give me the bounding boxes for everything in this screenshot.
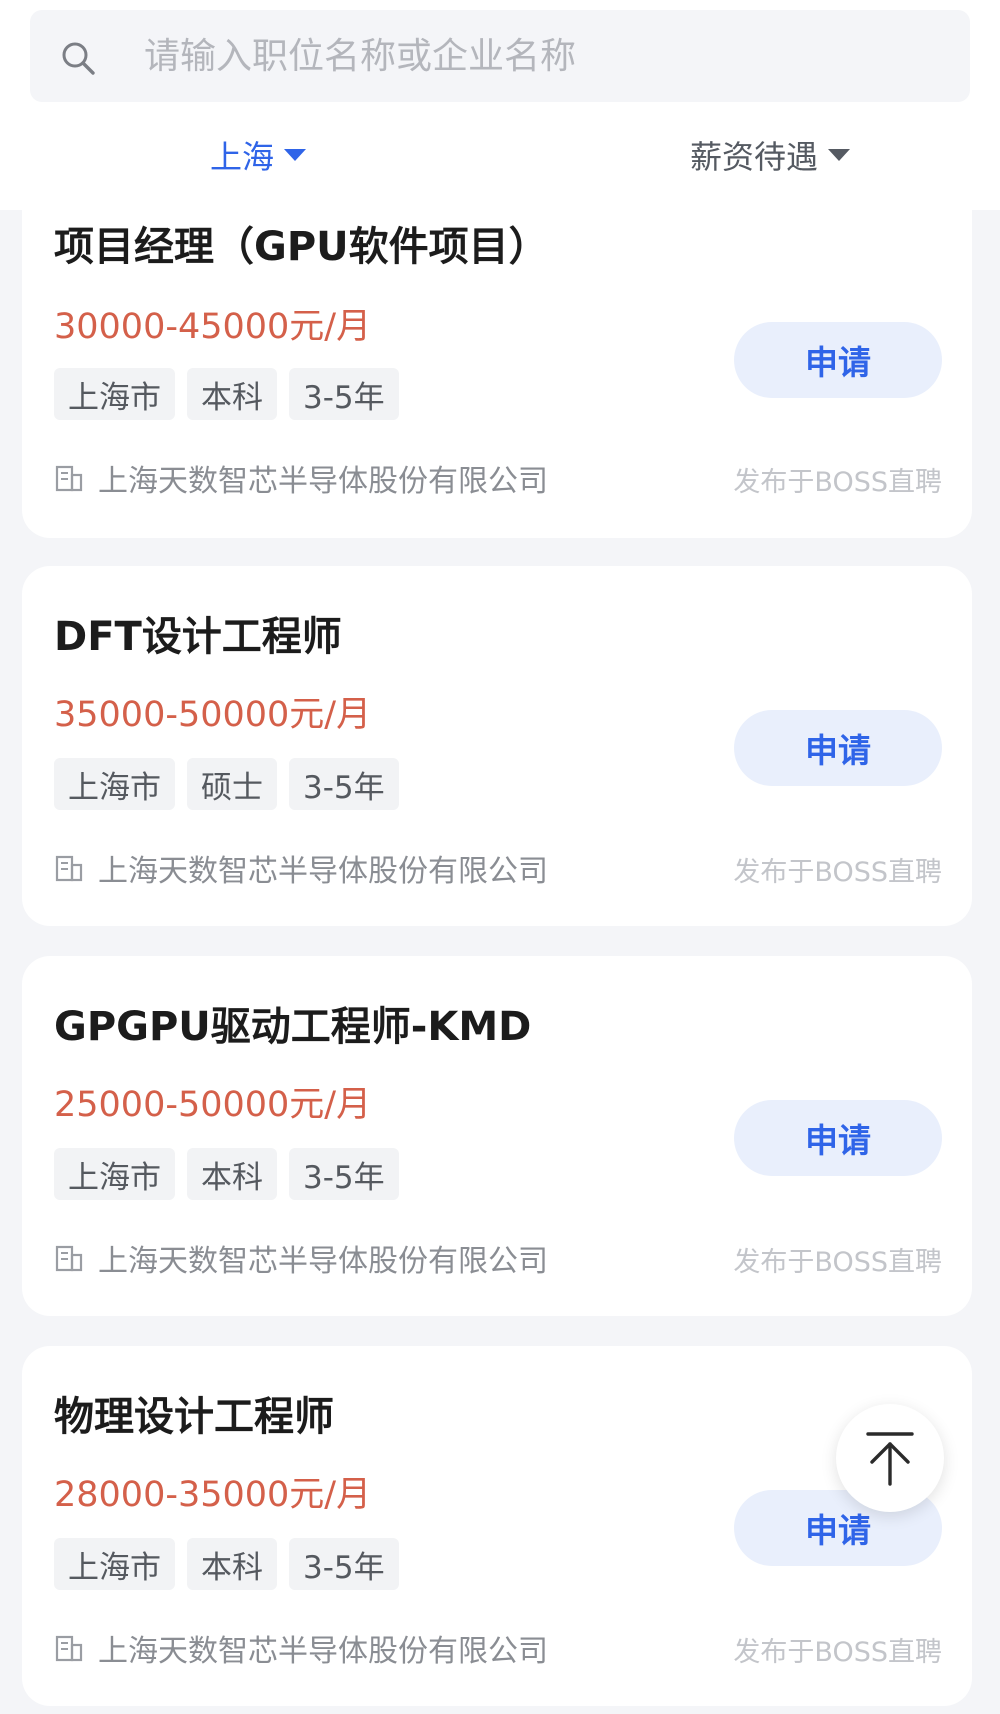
job-source: 发布于BOSS直聘 <box>733 857 942 888</box>
company-row: 上海天数智芯半导体股份有限公司 <box>54 846 548 890</box>
caret-down-icon <box>284 149 307 161</box>
company-row: 上海天数智芯半导体股份有限公司 <box>54 456 548 500</box>
tag-location: 上海市 <box>54 758 175 810</box>
tag-education: 本科 <box>187 1538 277 1590</box>
salary-filter-label: 薪资待遇 <box>690 138 819 176</box>
job-card[interactable]: 物理设计工程师 28000-35000元/月 上海市 本科 3-5年 上海天数智… <box>22 1346 972 1706</box>
caret-down-icon <box>828 149 851 161</box>
job-title: DFT设计工程师 <box>54 614 342 660</box>
job-source: 发布于BOSS直聘 <box>733 467 942 498</box>
search-header: 上海 薪资待遇 <box>0 0 1000 210</box>
job-title: 物理设计工程师 <box>54 1394 334 1440</box>
building-icon <box>55 1635 83 1662</box>
tag-experience: 3-5年 <box>289 368 399 420</box>
tag-education: 本科 <box>187 368 277 420</box>
company-name: 上海天数智芯半导体股份有限公司 <box>98 854 548 889</box>
city-filter-label: 上海 <box>210 138 275 176</box>
building-icon <box>55 855 83 882</box>
job-card[interactable]: GPGPU驱动工程师-KMD 25000-50000元/月 上海市 本科 3-5… <box>22 956 972 1316</box>
tag-education: 硕士 <box>187 758 277 810</box>
job-card[interactable]: DFT设计工程师 35000-50000元/月 上海市 硕士 3-5年 上海天数… <box>22 566 972 926</box>
job-source: 发布于BOSS直聘 <box>733 1637 942 1668</box>
company-name: 上海天数智芯半导体股份有限公司 <box>98 1244 548 1279</box>
job-salary: 30000-45000元/月 <box>54 307 372 347</box>
company-name: 上海天数智芯半导体股份有限公司 <box>98 1634 548 1669</box>
apply-button[interactable]: 申请 <box>734 1100 942 1176</box>
tag-experience: 3-5年 <box>289 758 399 810</box>
tag-location: 上海市 <box>54 368 175 420</box>
city-filter[interactable]: 上海 <box>210 130 307 180</box>
company-row: 上海天数智芯半导体股份有限公司 <box>54 1626 548 1670</box>
company-row: 上海天数智芯半导体股份有限公司 <box>54 1236 548 1280</box>
job-tags: 上海市 硕士 3-5年 <box>54 758 399 810</box>
job-title: GPGPU驱动工程师-KMD <box>54 1004 532 1050</box>
tag-education: 本科 <box>187 1148 277 1200</box>
tag-location: 上海市 <box>54 1148 175 1200</box>
search-input[interactable] <box>144 26 944 86</box>
job-tags: 上海市 本科 3-5年 <box>54 1148 399 1200</box>
salary-filter[interactable]: 薪资待遇 <box>690 130 851 180</box>
back-to-top-button[interactable] <box>836 1404 944 1512</box>
job-salary: 28000-35000元/月 <box>54 1475 372 1515</box>
tag-location: 上海市 <box>54 1538 175 1590</box>
job-source: 发布于BOSS直聘 <box>733 1247 942 1278</box>
arrow-up-icon <box>866 1432 914 1486</box>
job-tags: 上海市 本科 3-5年 <box>54 1538 399 1590</box>
search-icon <box>62 42 95 75</box>
apply-button[interactable]: 申请 <box>734 322 942 398</box>
tag-experience: 3-5年 <box>289 1538 399 1590</box>
search-bar[interactable] <box>30 10 970 102</box>
building-icon <box>55 1245 83 1272</box>
job-tags: 上海市 本科 3-5年 <box>54 368 399 420</box>
company-name: 上海天数智芯半导体股份有限公司 <box>98 464 548 499</box>
tag-experience: 3-5年 <box>289 1148 399 1200</box>
job-list-page: 上海 薪资待遇 项目经理（GPU软件项目） 30000-45000元/月 上海市… <box>0 0 1000 1714</box>
building-icon <box>55 465 83 492</box>
apply-button[interactable]: 申请 <box>734 710 942 786</box>
job-title: 项目经理（GPU软件项目） <box>54 224 549 270</box>
job-salary: 25000-50000元/月 <box>54 1085 372 1125</box>
job-salary: 35000-50000元/月 <box>54 695 372 735</box>
